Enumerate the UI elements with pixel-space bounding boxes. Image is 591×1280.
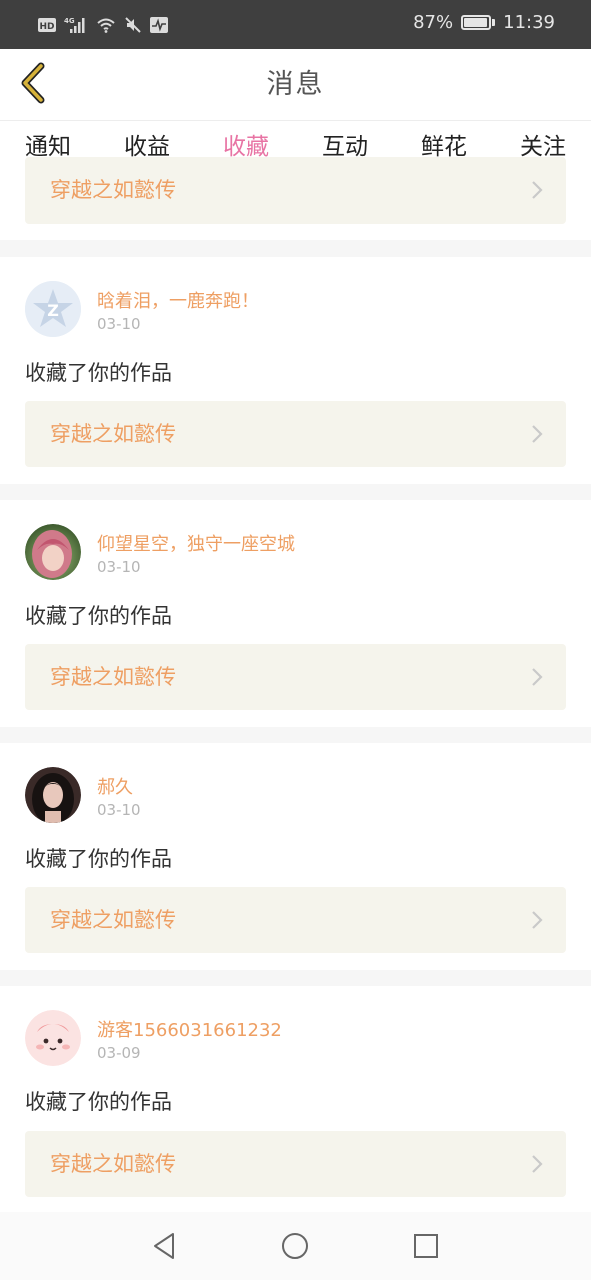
mute-icon xyxy=(124,16,142,34)
action-text: 收藏了你的作品 xyxy=(25,847,172,871)
page-title: 消息 xyxy=(266,69,325,100)
hd-icon: HD xyxy=(38,18,56,32)
status-icons-right: 87% 11:39 xyxy=(413,12,555,33)
notification-card-partial: 穿越之如懿传 xyxy=(0,157,591,240)
notification-card: Z 晗着泪，一鹿奔跑！ 03-10 收藏了你的作品 穿越之如懿传 xyxy=(0,257,591,484)
work-title: 穿越之如懿传 xyxy=(50,665,176,689)
action-text: 收藏了你的作品 xyxy=(25,1090,172,1114)
chevron-right-icon xyxy=(530,424,544,448)
network-label: 4G xyxy=(64,17,75,25)
username[interactable]: 仰望星空，独守一座空城 xyxy=(97,530,295,556)
activity-icon xyxy=(150,17,168,33)
chevron-right-icon xyxy=(530,1154,544,1178)
work-title: 穿越之如懿传 xyxy=(50,178,176,202)
chevron-right-icon xyxy=(530,667,544,691)
chevron-left-icon xyxy=(19,62,49,108)
work-title: 穿越之如懿传 xyxy=(50,908,176,932)
work-link[interactable]: 穿越之如懿传 xyxy=(25,887,566,953)
chevron-right-icon xyxy=(530,910,544,934)
clock: 11:39 xyxy=(503,12,555,33)
notification-card: 游客1566031661232 03-09 收藏了你的作品 穿越之如懿传 xyxy=(0,986,591,1212)
action-text: 收藏了你的作品 xyxy=(25,604,172,628)
chevron-right-icon xyxy=(530,180,544,204)
qq-logo-avatar[interactable]: Z xyxy=(25,281,81,337)
battery-percent: 87% xyxy=(413,12,454,33)
pink-hair-girl-avatar[interactable] xyxy=(25,524,81,580)
work-link[interactable]: 穿越之如懿传 xyxy=(25,1131,566,1197)
signal-4g-icon: 4G xyxy=(64,16,88,34)
back-button[interactable] xyxy=(12,61,56,109)
wifi-icon xyxy=(96,17,116,33)
svg-text:Z: Z xyxy=(47,301,59,320)
notification-card: 郝久 03-10 收藏了你的作品 穿越之如懿传 xyxy=(0,743,591,970)
date: 03-10 xyxy=(97,558,141,576)
battery-icon xyxy=(461,15,496,30)
action-text: 收藏了你的作品 xyxy=(25,361,172,385)
date: 03-09 xyxy=(97,1044,141,1062)
work-link[interactable]: 穿越之如懿传 xyxy=(25,644,566,710)
recents-square-icon[interactable] xyxy=(409,1229,443,1263)
header: 消息 xyxy=(0,49,591,121)
notification-card: 仰望星空，独守一座空城 03-10 收藏了你的作品 穿越之如懿传 xyxy=(0,500,591,727)
home-circle-icon[interactable] xyxy=(278,1229,312,1263)
date: 03-10 xyxy=(97,315,141,333)
date: 03-10 xyxy=(97,801,141,819)
pink-blob-avatar[interactable] xyxy=(25,1010,81,1066)
work-title: 穿越之如懿传 xyxy=(50,1152,176,1176)
system-nav-bar xyxy=(0,1212,591,1280)
hd-label: HD xyxy=(39,22,54,32)
status-bar: HD 4G 87% 11:39 xyxy=(0,0,591,49)
work-link[interactable]: 穿越之如懿传 xyxy=(25,401,566,467)
username[interactable]: 游客1566031661232 xyxy=(97,1016,282,1042)
dark-hair-girl-avatar[interactable] xyxy=(25,767,81,823)
username[interactable]: 晗着泪，一鹿奔跑！ xyxy=(97,287,259,313)
status-icons-left: HD 4G xyxy=(38,14,168,36)
back-triangle-icon[interactable] xyxy=(147,1229,181,1263)
username[interactable]: 郝久 xyxy=(97,773,133,799)
work-link[interactable]: 穿越之如懿传 xyxy=(25,157,566,224)
work-title: 穿越之如懿传 xyxy=(50,422,176,446)
